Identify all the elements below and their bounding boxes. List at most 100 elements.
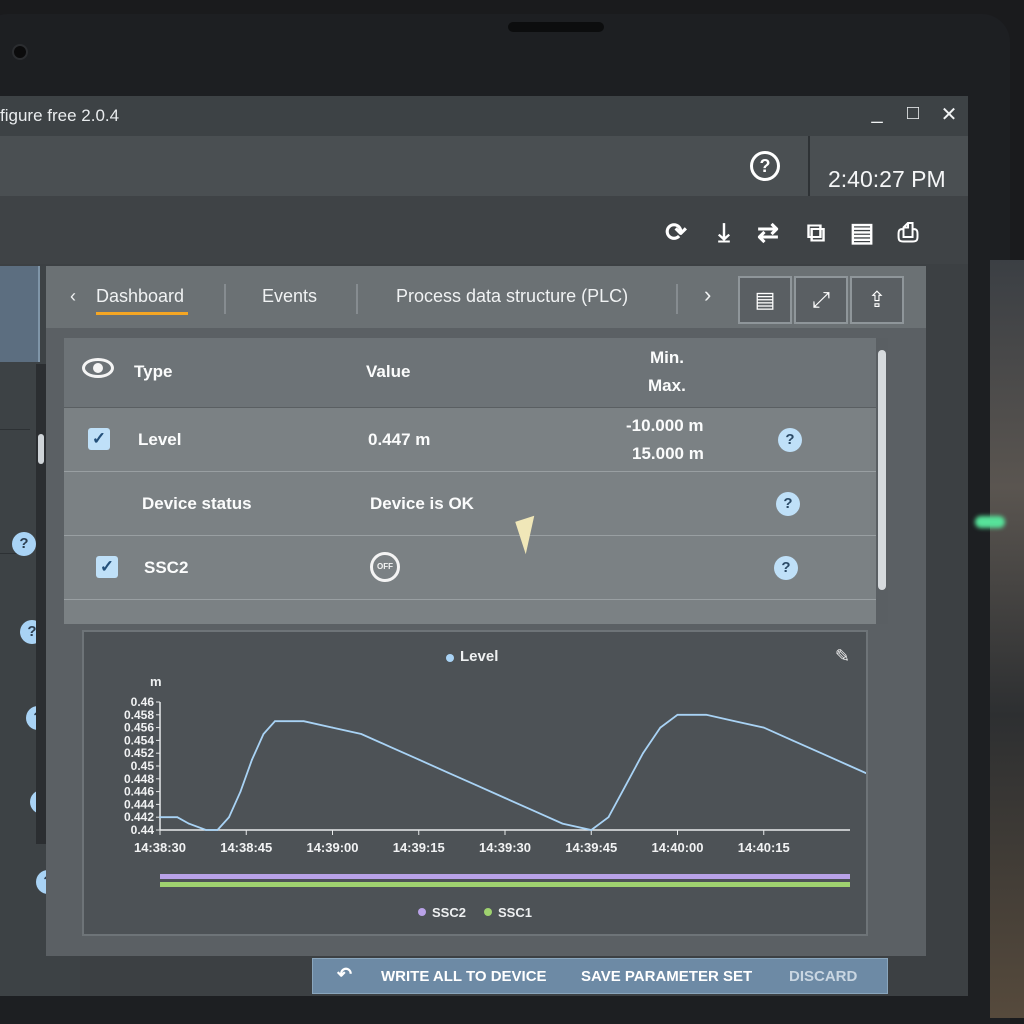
data-point (659, 726, 662, 729)
column-min: Min. (650, 348, 684, 367)
data-point (791, 739, 794, 742)
legend-marker-ssc1 (484, 908, 492, 916)
level-chart-panel: Level ✎ m 0.46 0.458 0.456 0.454 0.452 0.45 0.4… (82, 630, 868, 936)
legend-label-ssc2: SSC2 (432, 905, 466, 920)
data-point (762, 726, 765, 729)
x-tick-label: 14:40:00 (651, 840, 703, 855)
x-tick-label: 14:40:15 (738, 840, 790, 855)
tab-separator (356, 284, 358, 314)
row-min: -10.000 m (626, 416, 704, 435)
data-point (331, 726, 334, 729)
column-max: Max. (648, 376, 686, 395)
data-point (561, 822, 564, 825)
main-content: ‹ Dashboard Events Process data structur… (46, 266, 926, 956)
download-icon[interactable]: ⤓ (708, 216, 740, 248)
undo-icon[interactable]: ↶ (337, 964, 352, 985)
data-point (532, 810, 535, 812)
data-point (607, 816, 610, 818)
x-tick-label: 14:39:45 (565, 840, 617, 855)
side-panel-active-item[interactable] (0, 266, 40, 362)
print-preview-icon[interactable]: ▤ (846, 216, 878, 248)
x-tick-label: 14:39:00 (306, 840, 358, 855)
data-point (734, 720, 736, 722)
off-indicator-icon: OFF (370, 552, 400, 582)
tab-separator (224, 284, 226, 314)
data-point (205, 829, 207, 831)
row-type: SSC2 (144, 558, 189, 577)
write-all-button[interactable]: WRITE ALL TO DEVICE (381, 968, 547, 985)
discard-button[interactable]: DISCARD (789, 968, 857, 985)
data-point (360, 733, 363, 735)
tab-dashboard[interactable]: Dashboard (96, 286, 184, 307)
help-icon[interactable]: ? (778, 428, 802, 452)
tab-process-data-structure[interactable]: Process data structure (PLC) (396, 286, 628, 307)
status-bar-ssc2 (160, 874, 850, 879)
y-axis-label: m (150, 674, 162, 689)
data-point (446, 771, 449, 774)
side-panel-scroll-thumb[interactable] (38, 434, 44, 464)
chevron-right-icon[interactable]: › (704, 282, 711, 308)
x-tick-label: 14:39:15 (393, 840, 445, 855)
tab-separator (676, 284, 678, 314)
data-point (302, 720, 305, 722)
column-type: Type (134, 362, 173, 381)
row-checkbox[interactable]: ✓ (96, 556, 118, 578)
table-row: ✓ SSC2 OFF ? (64, 536, 884, 600)
eye-icon[interactable] (82, 358, 114, 378)
table-row: ✓ Level 0.447 m -10.000 m 15.000 m ? (64, 408, 884, 472)
close-button[interactable]: ✕ (938, 102, 960, 127)
row-value: 0.447 m (368, 430, 431, 449)
data-point (590, 829, 593, 831)
table-row (64, 600, 884, 624)
table-view-icon[interactable]: ▤ (738, 276, 792, 324)
printer-icon[interactable]: ⎙ (892, 216, 924, 248)
active-tab-indicator (96, 312, 188, 315)
fullscreen-icon[interactable]: ⤢ (794, 276, 848, 324)
data-point (239, 790, 242, 793)
application-window: figure free 2.0.4 _ □ ✕ ? 2:40:27 PM ⟳ ⤓… (0, 96, 968, 996)
minimize-button[interactable]: _ (866, 102, 888, 127)
row-checkbox[interactable]: ✓ (88, 428, 110, 450)
webcam (12, 44, 28, 60)
chevron-left-icon[interactable]: ‹ (70, 286, 76, 307)
tab-events[interactable]: Events (262, 286, 317, 307)
background-environment (990, 260, 1024, 1018)
data-point (705, 714, 708, 716)
help-icon[interactable]: ? (774, 556, 798, 580)
save-parameter-set-button[interactable]: SAVE PARAMETER SET (581, 968, 752, 985)
data-point (274, 720, 276, 722)
data-point (228, 816, 230, 818)
x-tick-label: 14:39:30 (479, 840, 531, 855)
action-bar: ↶ WRITE ALL TO DEVICE SAVE PARAMETER SET… (312, 958, 888, 994)
data-point (262, 733, 265, 735)
row-type: Device status (142, 494, 252, 513)
legend-label-ssc1: SSC1 (498, 905, 532, 920)
window-controls: _ □ ✕ (866, 102, 960, 127)
data-point (504, 797, 506, 799)
swap-icon[interactable]: ⇄ (752, 216, 784, 248)
export-icon[interactable]: ⇪ (850, 276, 904, 324)
side-panel-row[interactable] (0, 396, 30, 430)
data-point (849, 765, 851, 767)
data-point (642, 752, 644, 754)
legend-marker-ssc2 (418, 908, 426, 916)
row-type: Level (138, 430, 182, 449)
app-title: figure free 2.0.4 (0, 106, 120, 125)
toolbar: ⟳ ⤓ ⇄ ⧉ ▤ ⎙ (0, 196, 968, 264)
tab-bar: ‹ Dashboard Events Process data structur… (46, 266, 926, 328)
question-circle-icon[interactable]: ? (750, 151, 780, 181)
help-icon[interactable]: ? (776, 492, 800, 516)
copy-document-icon[interactable]: ⧉ (800, 216, 832, 248)
level-chart: m0.460.4580.4560.4540.4520.450.4480.4460… (124, 674, 866, 920)
help-icon[interactable]: ? (12, 532, 36, 556)
sync-icon[interactable]: ⟳ (660, 216, 692, 248)
data-point (676, 714, 679, 716)
data-point (159, 816, 161, 818)
data-point (624, 784, 627, 786)
table-row: Device status Device is OK ? (64, 472, 884, 536)
maximize-button[interactable]: □ (902, 102, 924, 127)
x-tick-label: 14:38:30 (134, 840, 186, 855)
data-point (820, 752, 823, 754)
table-scroll-thumb[interactable] (878, 350, 886, 590)
status-bar-ssc1 (160, 882, 850, 887)
